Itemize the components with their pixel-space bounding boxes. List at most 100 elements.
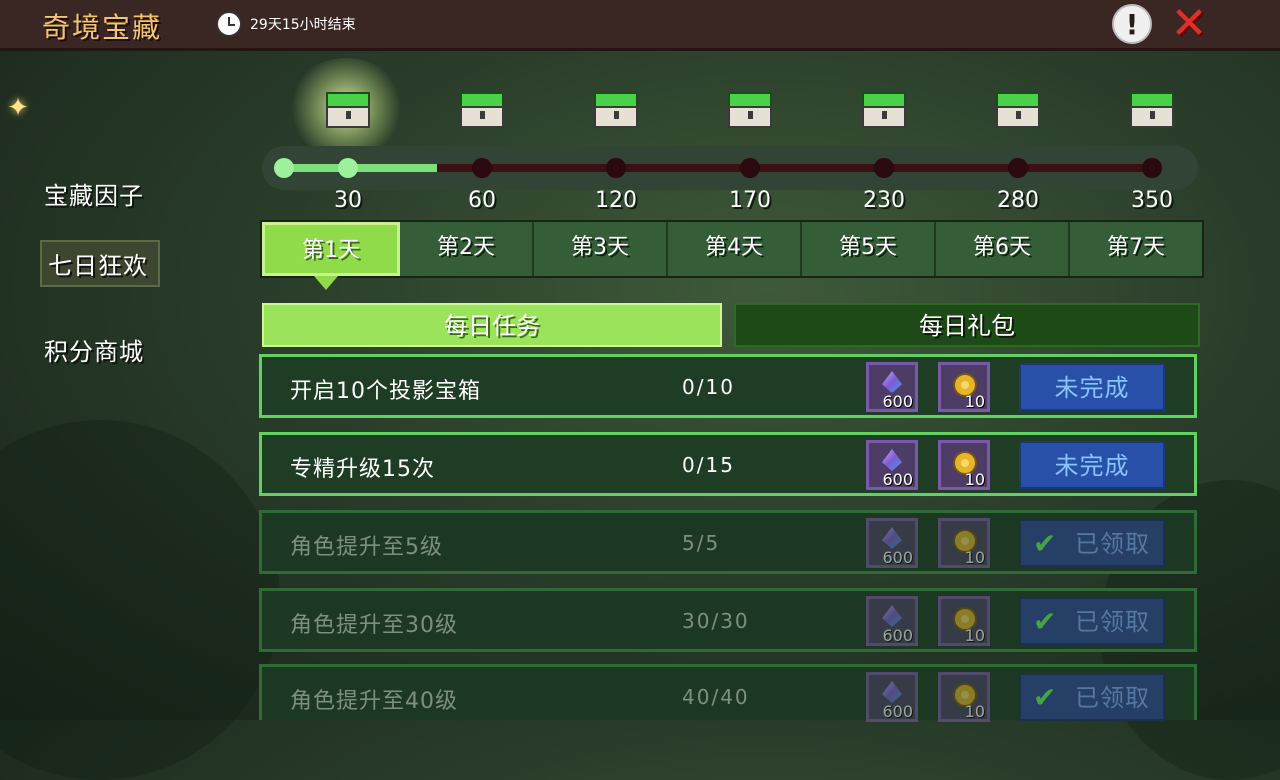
coin-reward[interactable]: 10 xyxy=(938,672,990,722)
milestone-label: 60 xyxy=(468,188,496,213)
gem-icon xyxy=(882,449,902,471)
progress-node xyxy=(338,158,358,178)
reward-quantity: 10 xyxy=(964,548,985,567)
tab-day-6[interactable]: 第6天 xyxy=(936,222,1070,276)
exclamation-icon: ! xyxy=(1125,7,1139,41)
tab-day-4[interactable]: 第4天 xyxy=(668,222,802,276)
gem-icon xyxy=(882,527,902,549)
task-progress: 30/30 xyxy=(682,609,750,633)
tab-daily-pack[interactable]: 每日礼包 xyxy=(734,303,1200,347)
milestone-label: 30 xyxy=(334,188,362,213)
tab-day-7[interactable]: 第7天 xyxy=(1070,222,1202,276)
claimed-button[interactable]: ✔ 已领取 xyxy=(1019,519,1165,567)
coin-reward[interactable]: 10 xyxy=(938,596,990,646)
progress-node xyxy=(606,158,626,178)
coin-reward[interactable]: 10 xyxy=(938,518,990,568)
progress-node xyxy=(472,158,492,178)
sparkle-icon: ✦ xyxy=(7,93,29,123)
checkmark-icon: ✔ xyxy=(1033,527,1057,560)
claimed-button[interactable]: ✔ 已领取 xyxy=(1019,673,1165,721)
timer-text: 29天15小时结束 xyxy=(250,17,356,33)
checkmark-icon: ✔ xyxy=(1033,605,1057,638)
reward-quantity: 600 xyxy=(882,626,913,645)
task-progress: 0/15 xyxy=(682,453,735,477)
sidebar-item-label: 七日狂欢 xyxy=(48,252,148,280)
tab-day-1[interactable]: 第1天 xyxy=(262,222,400,276)
treasure-chest-icon[interactable] xyxy=(996,92,1040,128)
task-progress: 5/5 xyxy=(682,531,721,555)
task-row: 角色提升至5级 5/5 600 10 ✔ 已领取 xyxy=(259,510,1197,574)
gem-reward[interactable]: 600 xyxy=(866,362,918,412)
treasure-chest-icon[interactable] xyxy=(728,92,772,128)
task-name: 角色提升至5级 xyxy=(290,535,443,560)
forest-background xyxy=(0,420,280,780)
top-bar: 奇境宝藏 29天15小时结束 ! ✕ xyxy=(0,0,1280,51)
claimed-label: 已领取 xyxy=(1075,684,1150,712)
sidebar-item-points-shop[interactable]: 积分商城 xyxy=(44,332,144,367)
gem-icon xyxy=(882,605,902,627)
progress-node xyxy=(1142,158,1162,178)
reward-quantity: 600 xyxy=(882,392,913,411)
milestone-label: 170 xyxy=(729,188,771,213)
sidebar-item-label: 宝藏因子 xyxy=(44,182,144,210)
task-name: 开启10个投影宝箱 xyxy=(290,379,481,404)
close-button[interactable]: ✕ xyxy=(1166,2,1212,46)
reward-quantity: 10 xyxy=(964,470,985,489)
reward-quantity: 600 xyxy=(882,548,913,567)
task-name: 专精升级15次 xyxy=(290,457,435,482)
tab-day-2[interactable]: 第2天 xyxy=(400,222,534,276)
treasure-chest-icon[interactable] xyxy=(862,92,906,128)
gem-reward[interactable]: 600 xyxy=(866,440,918,490)
reward-quantity: 10 xyxy=(964,702,985,721)
incomplete-button[interactable]: 未完成 xyxy=(1019,441,1165,489)
task-row: 开启10个投影宝箱 0/10 600 10 未完成 xyxy=(259,354,1197,418)
gem-reward[interactable]: 600 xyxy=(866,596,918,646)
progress-node xyxy=(740,158,760,178)
incomplete-button[interactable]: 未完成 xyxy=(1019,363,1165,411)
gem-icon xyxy=(882,371,902,393)
day-tabs: 第1天 第2天 第3天 第4天 第5天 第6天 第7天 xyxy=(260,220,1204,278)
reward-quantity: 10 xyxy=(964,626,985,645)
reward-quantity: 10 xyxy=(964,392,985,411)
task-progress: 40/40 xyxy=(682,685,750,709)
tab-day-3[interactable]: 第3天 xyxy=(534,222,668,276)
progress-node xyxy=(874,158,894,178)
claimed-button[interactable]: ✔ 已领取 xyxy=(1019,597,1165,645)
task-row: 角色提升至30级 30/30 600 10 ✔ 已领取 xyxy=(259,588,1197,652)
coin-reward[interactable]: 10 xyxy=(938,362,990,412)
tab-daily-tasks[interactable]: 每日任务 xyxy=(262,303,722,347)
task-row: 专精升级15次 0/15 600 10 未完成 xyxy=(259,432,1197,496)
progress-node xyxy=(1008,158,1028,178)
task-name: 角色提升至30级 xyxy=(290,613,458,638)
task-row: 角色提升至40级 40/40 600 10 ✔ 已领取 xyxy=(259,664,1197,722)
active-tab-pointer xyxy=(314,276,338,290)
milestone-label: 230 xyxy=(863,188,905,213)
gem-reward[interactable]: 600 xyxy=(866,518,918,568)
progress-node-start xyxy=(274,158,294,178)
treasure-chest-icon[interactable] xyxy=(326,92,370,128)
claimed-label: 已领取 xyxy=(1075,608,1150,636)
close-icon: ✕ xyxy=(1170,0,1208,49)
claimed-label: 已领取 xyxy=(1075,530,1150,558)
checkmark-icon: ✔ xyxy=(1033,681,1057,714)
page-title: 奇境宝藏 xyxy=(42,11,163,44)
sidebar-item-seven-day-carnival[interactable]: 七日狂欢 xyxy=(40,240,160,287)
milestone-label: 350 xyxy=(1131,188,1173,213)
sidebar-item-treasure-factor[interactable]: 宝藏因子 xyxy=(44,176,144,211)
gem-icon xyxy=(882,681,902,703)
info-button[interactable]: ! xyxy=(1112,4,1152,44)
reward-quantity: 600 xyxy=(882,702,913,721)
event-timer: 29天15小时结束 xyxy=(216,9,356,39)
treasure-chest-icon[interactable] xyxy=(1130,92,1174,128)
treasure-chest-icon[interactable] xyxy=(594,92,638,128)
treasure-chest-icon[interactable] xyxy=(460,92,504,128)
milestone-label: 280 xyxy=(997,188,1039,213)
sidebar-item-label: 积分商城 xyxy=(44,338,144,366)
clock-icon xyxy=(216,11,242,37)
task-name: 角色提升至40级 xyxy=(290,689,458,714)
coin-reward[interactable]: 10 xyxy=(938,440,990,490)
progress-fill xyxy=(282,164,438,172)
gem-reward[interactable]: 600 xyxy=(866,672,918,722)
tab-day-5[interactable]: 第5天 xyxy=(802,222,936,276)
task-progress: 0/10 xyxy=(682,375,735,399)
